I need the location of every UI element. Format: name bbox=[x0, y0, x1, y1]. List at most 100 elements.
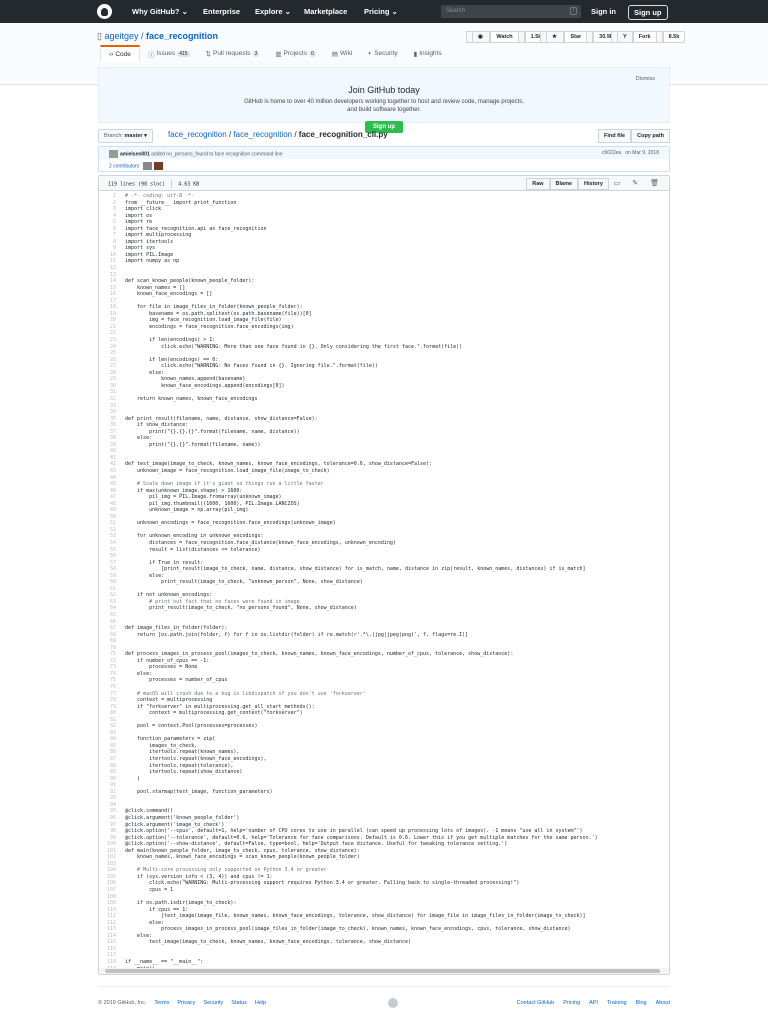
watch-label: Watch bbox=[490, 31, 519, 43]
github-mark-icon[interactable] bbox=[388, 998, 398, 1008]
tab-label: Projects bbox=[283, 50, 307, 57]
footer-link[interactable]: API bbox=[589, 1000, 598, 1006]
line-code: pool = context.Pool(processes=processes) bbox=[125, 723, 258, 730]
shield-icon: ◐ bbox=[368, 50, 373, 57]
contributors-link[interactable]: 2 contributors bbox=[109, 163, 139, 169]
breadcrumb-repo[interactable]: face_recognition bbox=[168, 130, 227, 139]
footer-link[interactable]: Terms bbox=[154, 1000, 169, 1006]
footer-link[interactable]: Security bbox=[203, 1000, 223, 1006]
contributor-avatar[interactable] bbox=[154, 162, 164, 170]
footer-link[interactable]: About bbox=[656, 1000, 670, 1006]
book-icon: ▤ bbox=[331, 50, 338, 58]
nav-explore[interactable]: Explore ⌄ bbox=[255, 7, 291, 16]
pencil-icon[interactable]: ✎ bbox=[632, 179, 638, 187]
find-file-button[interactable]: Find file bbox=[598, 129, 632, 143]
commit-sha[interactable]: c6022ea bbox=[602, 150, 621, 156]
line-code: [test_image(image_file, known_names, kno… bbox=[125, 913, 586, 920]
line-code: processes = number_of_cpus bbox=[125, 677, 228, 684]
tab-insights[interactable]: ▮ Insights bbox=[406, 45, 450, 62]
code-line: 111 [test_image(image_file, known_names,… bbox=[99, 913, 669, 920]
commit-message[interactable]: added no_persons_found to face recogniti… bbox=[151, 151, 282, 157]
code-listing: 1 # -*- coding: utf-8 -*- 2 from __future__… bbox=[99, 191, 669, 968]
tab-issues[interactable]: ⓘ Issues 415 bbox=[140, 45, 198, 62]
github-logo-icon[interactable] bbox=[97, 4, 112, 19]
line-code: click.echo("WARNING: Multi-processing su… bbox=[125, 880, 520, 887]
repo-owner-link[interactable]: ageitgey bbox=[104, 31, 138, 41]
tab-label: Pull requests bbox=[212, 50, 251, 57]
line-code: itertools.repeat(show_distance) bbox=[125, 769, 243, 776]
projects-count: 0 bbox=[308, 50, 316, 57]
line-code: return [os.path.join(folder, f) for f in… bbox=[125, 631, 469, 638]
line-code: print("{},{}".format(filename, name)) bbox=[125, 441, 261, 448]
graph-icon: ▮ bbox=[413, 50, 418, 58]
issues-count: 415 bbox=[177, 50, 190, 57]
line-code: known_names, known_face_encodings = scan… bbox=[125, 854, 360, 861]
branch-select[interactable]: Branch: master ▾ bbox=[98, 129, 153, 143]
dismiss-button[interactable]: Dismiss bbox=[636, 76, 655, 82]
pr-count: 3 bbox=[252, 50, 260, 57]
copy-path-button[interactable]: Copy path bbox=[631, 129, 670, 143]
history-button[interactable]: History bbox=[578, 178, 609, 190]
trash-icon[interactable]: 🗑 bbox=[650, 179, 659, 187]
line-code: click.echo("WARNING: More than one face … bbox=[125, 343, 463, 350]
fork-count[interactable]: 8.5k bbox=[662, 31, 686, 43]
issue-icon: ⓘ bbox=[147, 51, 155, 59]
line-code: unknown_image = face_recognition.load_im… bbox=[125, 467, 330, 474]
tab-pull-requests[interactable]: ⇅ Pull requests 3 bbox=[198, 45, 268, 62]
commit-author[interactable]: amielsen001 bbox=[120, 151, 150, 157]
tab-label: Code bbox=[115, 51, 131, 58]
raw-button[interactable]: Raw bbox=[526, 178, 550, 190]
file-lines-info: 119 lines (98 sloc) bbox=[108, 181, 166, 188]
code-icon: ‹› bbox=[109, 51, 114, 58]
sign-up-button[interactable]: Sign up bbox=[628, 5, 668, 20]
line-code: pool.starmap(test_image, function_parame… bbox=[125, 788, 273, 795]
blame-button[interactable]: Blame bbox=[549, 178, 579, 190]
footer-link[interactable]: Status bbox=[231, 1000, 247, 1006]
star-label: Star bbox=[564, 31, 588, 43]
tab-wiki[interactable]: ▤ Wiki bbox=[324, 45, 360, 62]
line-code: ) bbox=[125, 775, 141, 782]
scrollbar-thumb[interactable] bbox=[105, 969, 660, 973]
nav-pricing[interactable]: Pricing ⌄ bbox=[364, 7, 398, 16]
contributor-avatar[interactable] bbox=[143, 162, 153, 170]
line-code: [print_result(image_to_check, name, dist… bbox=[125, 566, 586, 573]
project-icon: ▥ bbox=[275, 50, 282, 58]
search-placeholder: Search bbox=[446, 8, 466, 14]
avatar[interactable] bbox=[109, 150, 118, 158]
horizontal-scrollbar[interactable] bbox=[99, 968, 669, 974]
repo-tabs: ‹› Code ⓘ Issues 415 ⇅ Pull requests 3 ▥ Proje… bbox=[100, 45, 450, 62]
tab-projects[interactable]: ▥ Projects 0 bbox=[267, 45, 323, 62]
sign-in-link[interactable]: Sign in bbox=[591, 7, 616, 16]
code-line: 58 [print_result(image_to_check, name, d… bbox=[99, 566, 669, 573]
search-shortcut: / bbox=[569, 7, 577, 15]
desktop-icon[interactable]: ▭ bbox=[614, 179, 621, 187]
file-viewer: 119 lines (98 sloc) 4.63 KB Raw Blame Histo… bbox=[98, 175, 670, 975]
copyright: © 2019 GitHub, Inc. bbox=[98, 1000, 147, 1006]
nav-why-github[interactable]: Why GitHub? ⌄ bbox=[132, 7, 188, 16]
line-code: return known_names, known_face_encodings bbox=[125, 395, 258, 402]
footer-link[interactable]: Blog bbox=[636, 1000, 647, 1006]
nav-marketplace[interactable]: Marketplace bbox=[304, 7, 347, 16]
branch-name: master ▾ bbox=[124, 133, 147, 139]
footer-link[interactable]: Help bbox=[255, 1000, 266, 1006]
footer-link[interactable]: Pricing bbox=[563, 1000, 580, 1006]
line-code: context = multiprocessing.get_context("f… bbox=[125, 710, 303, 717]
nav-enterprise[interactable]: Enterprise bbox=[203, 7, 240, 16]
footer: © 2019 GitHub, Inc. Terms Privacy Security… bbox=[98, 986, 670, 1008]
tab-security[interactable]: ◐ Security bbox=[360, 45, 405, 62]
tab-label: Issues bbox=[156, 50, 176, 57]
tab-code[interactable]: ‹› Code bbox=[100, 45, 140, 62]
footer-link[interactable]: Privacy bbox=[177, 1000, 195, 1006]
footer-link[interactable]: Training bbox=[607, 1000, 627, 1006]
breadcrumb-folder[interactable]: face_recognition bbox=[233, 130, 292, 139]
fork-button[interactable]: Y Fork 8.5k bbox=[611, 31, 686, 43]
footer-link[interactable]: Contact GitHub bbox=[517, 1000, 555, 1006]
star-button[interactable]: ★ Star 30.9k bbox=[540, 31, 619, 43]
signup-banner: Dismiss Join GitHub today GitHub is home… bbox=[98, 67, 670, 133]
breadcrumb-file: face_recognition_cli.py bbox=[298, 130, 388, 139]
line-code: print_result(image_to_check, "no_persons… bbox=[125, 605, 357, 612]
watch-button[interactable]: ◉ Watch 1.5k bbox=[466, 31, 548, 43]
tab-label: Security bbox=[374, 50, 398, 57]
search-input[interactable]: Search / bbox=[441, 5, 581, 18]
repo-name-link[interactable]: face_recognition bbox=[146, 31, 218, 41]
